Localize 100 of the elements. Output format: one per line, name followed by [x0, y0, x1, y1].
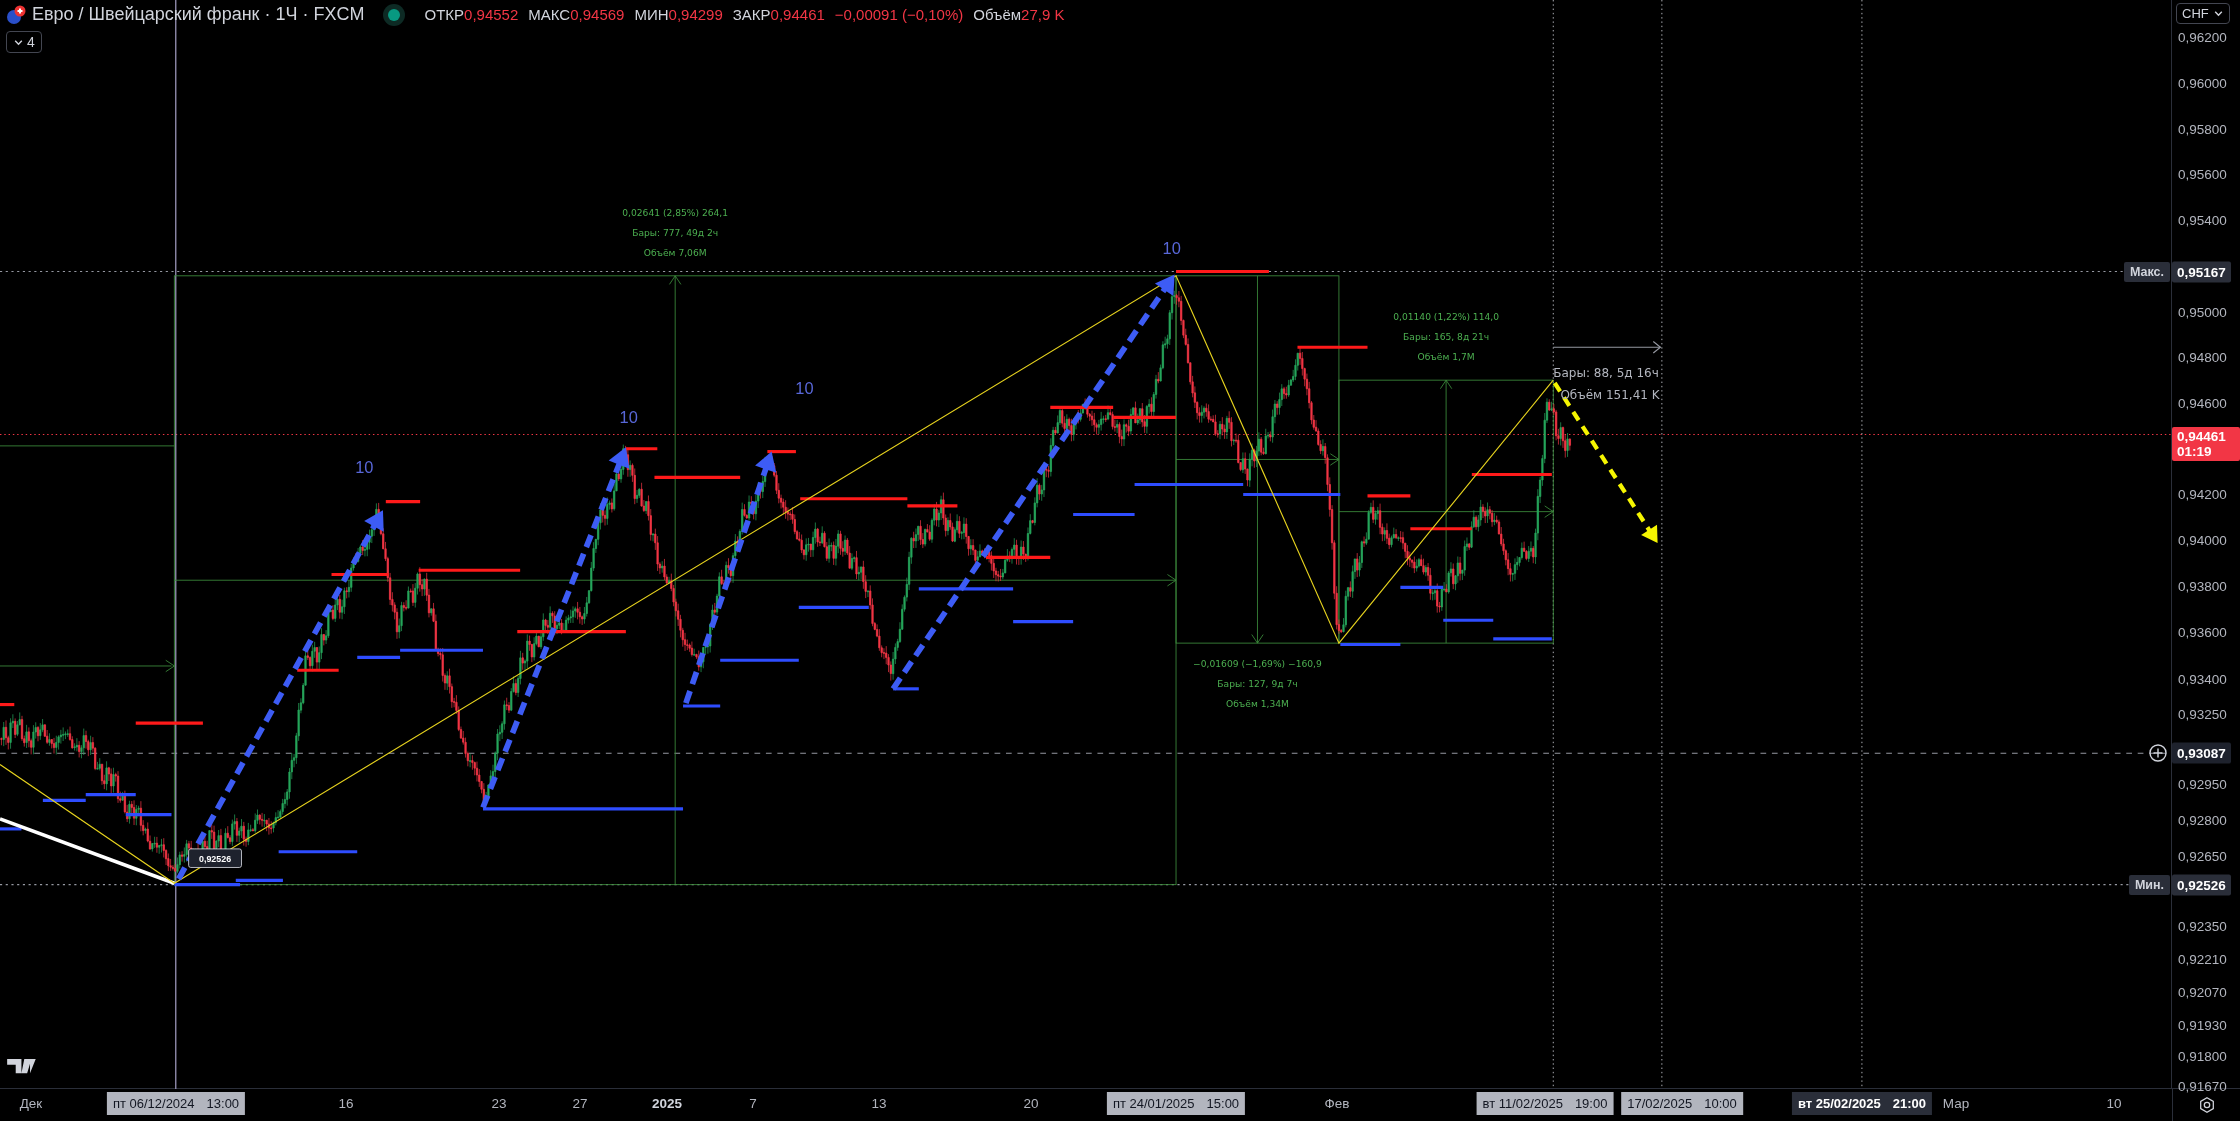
time-tick: 13 [871, 1096, 887, 1111]
ohlc-label: МАКС [528, 6, 571, 23]
low-level-line [125, 813, 172, 817]
low-level-line [0, 827, 22, 831]
date-range-bars-label: Бары: 88, 5д 16ч [1553, 366, 1659, 381]
add-alert-icon[interactable] [2148, 743, 2168, 764]
high-level-line [1050, 405, 1114, 409]
price-tick: 0,93250 [2178, 706, 2227, 722]
price-tick: 0,95000 [2178, 304, 2227, 319]
time-tick: 27 [572, 1096, 588, 1111]
indicators-toggle-button[interactable]: 4 [6, 31, 42, 53]
low-level-line [798, 605, 869, 609]
price-tick: 0,93600 [2178, 624, 2227, 640]
price-range-measure[interactable] [173, 275, 1177, 886]
settings-icon[interactable] [2197, 1096, 2216, 1114]
high-level-line [0, 703, 15, 707]
high-level-line [907, 504, 958, 508]
volume-label: Объём [973, 6, 1022, 23]
price-tick: 0,92650 [2178, 848, 2227, 864]
wave-count-label: 10 [619, 408, 638, 426]
point-price-text: 0,92526 [199, 854, 232, 865]
time-tick: Фев [1324, 1096, 1350, 1111]
ohlc-value: 0,94461 [770, 6, 825, 23]
date-range-volume-label: Объём 151,41 K [1560, 387, 1660, 402]
low-level-line [1340, 642, 1401, 647]
measure-bars-label: Бары: 165, 8д 21ч [1403, 332, 1490, 343]
point-price-label [188, 848, 242, 868]
low-level-line [893, 687, 919, 691]
low-level-line [1400, 585, 1444, 589]
price-range-measure[interactable] [1175, 275, 1340, 644]
time-marker-date: 17/02/2025 [1627, 1096, 1693, 1111]
time-marker-date: вт 11/02/2025 [1482, 1096, 1563, 1111]
time-tick: 20 [1023, 1096, 1039, 1111]
price-tick: 0,94600 [2178, 395, 2227, 411]
bar-countdown: 01:19 [2177, 444, 2213, 460]
price-tick: 0,94800 [2178, 349, 2227, 365]
ohlc-value: 0,94552 [464, 6, 519, 23]
low-level-line [1073, 512, 1135, 517]
measure-volume-label: Объём 7,06M [643, 247, 707, 258]
low-level-line [1443, 618, 1494, 622]
price-extreme-label: Макс. [2123, 261, 2170, 282]
measure-change-label: 0,02641 (2,85%) 264,1 [622, 207, 729, 218]
price-tick: 0,96200 [2178, 29, 2227, 45]
high-level-line [625, 447, 658, 451]
time-marker-time: 10:00 [1704, 1096, 1737, 1111]
currency-button[interactable]: CHF [2176, 3, 2230, 24]
measure-change-label: 0,01140 (1,22%) 114,0 [1393, 312, 1499, 323]
ohlc-value: 0,94569 [570, 6, 625, 23]
time-marker-date: вт 25/02/2025 [1797, 1096, 1881, 1111]
time-tick: 7 [749, 1096, 757, 1111]
high-level-line [767, 450, 796, 454]
measure-change-label: −0,01609 (−1,69%) −160,9 [1193, 659, 1322, 670]
price-tick: 0,92950 [2178, 777, 2227, 792]
price-tick: 0,93800 [2178, 578, 2227, 594]
time-marker-time: 15:00 [1206, 1096, 1240, 1111]
price-tick: 0,91800 [2178, 1048, 2227, 1064]
ohlc-label: МИН [634, 6, 669, 23]
price-tick: 0,94200 [2178, 486, 2227, 502]
last-price-value: 0,94461 [2177, 429, 2227, 445]
high-level-line [135, 721, 203, 725]
time-tick: Мар [1942, 1096, 1970, 1111]
price-tick: 0,91930 [2178, 1017, 2227, 1033]
high-level-line [297, 668, 339, 672]
high-level-line [1113, 415, 1176, 419]
ohlc-label: ЗАКР [732, 6, 771, 23]
wave-count-label: 10 [795, 379, 814, 398]
price-tick: 0,93400 [2178, 671, 2227, 687]
high-level-line [1297, 345, 1368, 349]
ohlc-value: 0,94299 [668, 6, 723, 23]
wave-count-label: 10 [1162, 239, 1181, 258]
price-tick: 0,95600 [2178, 166, 2227, 182]
price-tick: 0,96000 [2178, 75, 2227, 91]
time-marker-time: 21:00 [1892, 1096, 1927, 1111]
measure-bars-label: Бары: 127, 9д 7ч [1217, 679, 1298, 690]
volume-value: 27,9 K [1021, 6, 1065, 23]
low-level-line [1493, 637, 1552, 641]
time-marker-date: пт 06/12/2024 [112, 1096, 195, 1111]
high-level-line [1367, 494, 1411, 498]
low-level-line [357, 655, 401, 659]
price-tick: 0,91670 [2178, 1078, 2227, 1094]
high-level-line [385, 500, 421, 504]
time-tick: Дек [19, 1096, 43, 1111]
price-extreme-label: Мин. [2128, 874, 2170, 895]
price-tick: 0,92800 [2178, 812, 2227, 828]
high-level-line [331, 572, 389, 577]
price-tick: 0,94000 [2178, 532, 2227, 548]
price-tick: 0,95400 [2178, 212, 2227, 228]
logo-icon [7, 1059, 36, 1074]
price-tick: 0,95800 [2178, 121, 2227, 137]
change-value: −0,00091 (−0,10%) [834, 6, 964, 23]
time-tick: 10 [2106, 1096, 2122, 1111]
price-range-measure[interactable] [1338, 379, 1554, 644]
low-level-line [683, 704, 721, 708]
time-tick: 23 [491, 1096, 507, 1111]
measure-volume-label: Объём 1,7M [1417, 352, 1475, 363]
time-marker-time: 13:00 [206, 1096, 240, 1111]
low-level-line [1013, 620, 1074, 624]
price-tick: 0,92070 [2178, 984, 2227, 1000]
high-level-line [1410, 527, 1472, 531]
ohlc-label: ОТКР [424, 6, 465, 23]
